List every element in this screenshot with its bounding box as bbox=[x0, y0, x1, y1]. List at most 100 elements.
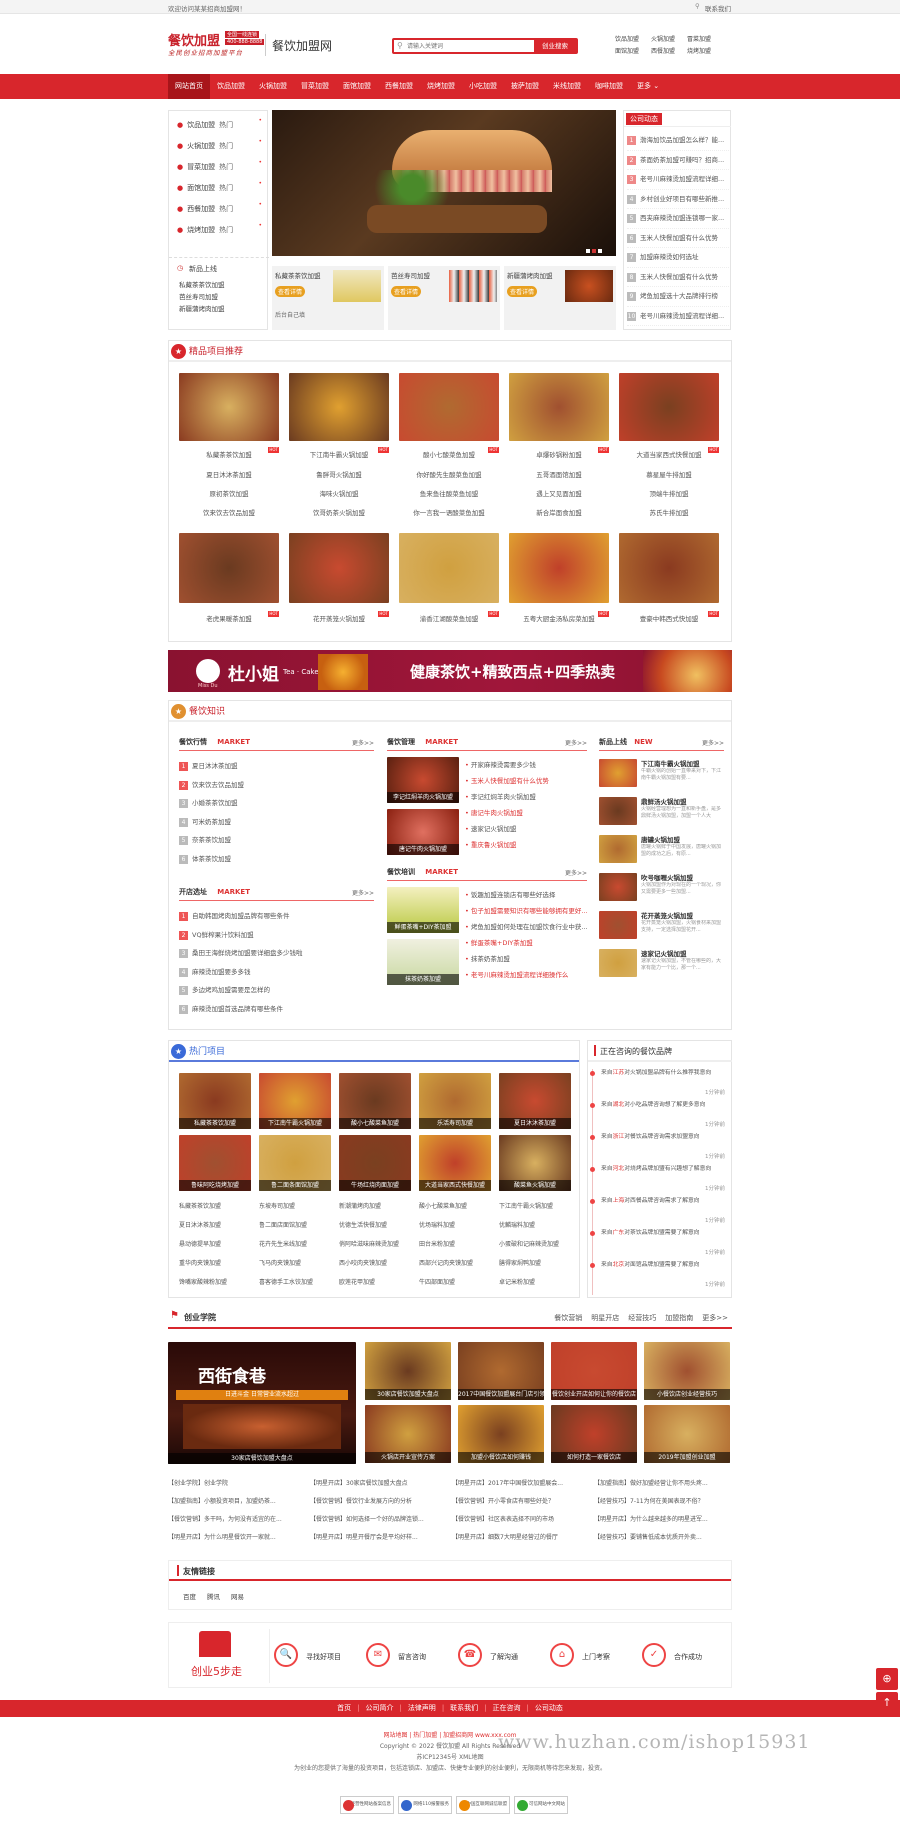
academy-article[interactable]: 【餐饮营销】社区表表选择不同的市场 bbox=[452, 1514, 588, 1523]
project-image[interactable] bbox=[399, 373, 499, 441]
academy-article[interactable]: 【餐饮营销】多干吗，为何没有适宜的在... bbox=[168, 1514, 304, 1523]
article-item[interactable]: 6 麻辣烫加盟首选品牌有哪些条件 bbox=[179, 1000, 374, 1019]
footer-link[interactable]: 联系我们 bbox=[450, 1704, 478, 1712]
hot-project-image[interactable]: 私藏茶茶饮加盟 bbox=[179, 1073, 251, 1129]
project-image[interactable] bbox=[509, 373, 609, 441]
news-item[interactable]: 6 玉米人快餐加盟有什么优势 bbox=[627, 229, 729, 248]
academy-image[interactable]: 2017中国餐饮加盟展台门店引领300家 bbox=[458, 1342, 544, 1400]
news-item[interactable]: 4 乡村创业好项目有哪些新推... bbox=[627, 190, 729, 209]
project-link[interactable]: 你一言我一语酸菜鱼加盟 bbox=[399, 507, 499, 517]
hotword[interactable]: 西餐加盟 bbox=[651, 46, 675, 55]
nav-item[interactable]: 火锅加盟 bbox=[252, 74, 294, 99]
hot-project-link[interactable]: 悬动德提早加盟 bbox=[179, 1239, 255, 1248]
hot-project-link[interactable]: 优德生活快餐加盟 bbox=[339, 1220, 415, 1229]
nav-home[interactable]: 网站首页 bbox=[168, 74, 210, 99]
project-link[interactable]: 饮来饮去饮品加盟 bbox=[179, 507, 279, 517]
article-item[interactable]: • 李记红焖羊肉火锅加盟 bbox=[465, 789, 587, 805]
article-item[interactable]: 1 自助韩国烤肉加盟品牌有哪些条件 bbox=[179, 907, 374, 926]
new-product-item[interactable]: 速家记火锅加盟 速家记火锅加盟，不管在哪些的，大家有能力一个比，那一个... bbox=[599, 947, 724, 981]
article-item[interactable]: 5 多边烤鸡加盟需要是怎样的 bbox=[179, 981, 374, 1000]
hot-project-link[interactable]: 花卉先生米线加盟 bbox=[259, 1239, 335, 1248]
project-name[interactable]: 渝香江湖酸菜鱼加盟 bbox=[399, 613, 499, 623]
academy-article[interactable]: 【餐饮营销】开小零食店有哪些好处？ bbox=[452, 1496, 588, 1505]
trust-badge[interactable]: 中国互联网诚信联盟 bbox=[456, 1796, 510, 1814]
hot-project-link[interactable]: 喜客德手工水饺加盟 bbox=[259, 1277, 335, 1286]
academy-image[interactable]: 2019年加盟创业加盟 bbox=[644, 1405, 730, 1463]
hot-project-link[interactable]: 飞马肉夹馍加盟 bbox=[259, 1258, 335, 1267]
article-item[interactable]: • 重庆鲁火锅加盟 bbox=[465, 837, 587, 853]
nav-item[interactable]: 面馆加盟 bbox=[336, 74, 378, 99]
article-item[interactable]: • 唐记牛肉火锅加盟 bbox=[465, 805, 587, 821]
hot-project-link[interactable]: 新潮蒲烤肉加盟 bbox=[339, 1201, 415, 1210]
academy-tab[interactable]: 明星开店 bbox=[591, 1314, 619, 1322]
article-item[interactable]: • 开家麻辣烫需要多少钱 bbox=[465, 757, 587, 773]
academy-tab[interactable]: 餐饮营销 bbox=[554, 1314, 582, 1322]
academy-article[interactable]: 【餐饮营销】餐饮行业发展方向的分析 bbox=[310, 1496, 446, 1505]
project-link[interactable]: 慕星屋牛排加盟 bbox=[619, 469, 719, 479]
hot-project-image[interactable]: 酸菜鱼火锅加盟 bbox=[499, 1135, 571, 1191]
hotword[interactable]: 面馆加盟 bbox=[615, 46, 639, 55]
article-item[interactable]: • 速家记火锅加盟 bbox=[465, 821, 587, 837]
promo-card[interactable]: 私藏茶茶饮加盟 查看详情 后台自己填 bbox=[272, 266, 384, 330]
project-image[interactable] bbox=[179, 373, 279, 441]
hot-project-link[interactable]: 俏阿哈滋味麻辣烫加盟 bbox=[339, 1239, 415, 1248]
project-name[interactable]: 大道当家西式快餐加盟 bbox=[619, 449, 719, 459]
hot-project-link[interactable]: 鲁二面店面馆加盟 bbox=[259, 1220, 335, 1229]
new-product-item[interactable]: 唐罐火锅加盟 唐罐火锅鲜于中国发展，唐罐火锅加盟的成功之后，有原... bbox=[599, 833, 724, 867]
project-image[interactable] bbox=[399, 533, 499, 603]
promo-detail-button[interactable]: 查看详情 bbox=[507, 286, 538, 297]
train-image-1[interactable]: 鲜蛋茶嘴+DIY茶加盟 bbox=[387, 887, 459, 933]
academy-tab[interactable]: 更多>> bbox=[702, 1314, 728, 1322]
academy-article[interactable]: 【明星开店】细数7大明星经营过的餐厅 bbox=[452, 1532, 588, 1541]
nav-item[interactable]: 小吃加盟 bbox=[462, 74, 504, 99]
project-link[interactable]: 苏氏牛排加盟 bbox=[619, 507, 719, 517]
project-link[interactable]: 顶端牛排加盟 bbox=[619, 488, 719, 498]
footer-link[interactable]: 首页 bbox=[337, 1704, 351, 1712]
article-item[interactable]: 4 麻辣烫加盟要多多钱 bbox=[179, 963, 374, 982]
hot-project-link[interactable]: 下江南牛霸火锅加盟 bbox=[499, 1201, 575, 1210]
footer-link[interactable]: 法律声明 bbox=[408, 1704, 436, 1712]
promo-detail-button[interactable]: 查看详情 bbox=[275, 286, 306, 297]
news-item[interactable]: 8 玉米人快餐加盟有什么优势 bbox=[627, 268, 729, 287]
friend-link[interactable]: 百度 bbox=[183, 1591, 196, 1601]
footer-link[interactable]: 公司简介 bbox=[365, 1704, 393, 1712]
academy-article[interactable]: 【加盟指南】做好加盟经营让你不用头疼... bbox=[594, 1478, 730, 1487]
hot-project-image[interactable]: 酸小七酸菜鱼加盟 bbox=[339, 1073, 411, 1129]
promo-card[interactable]: 新疆蒲烤肉加盟 查看详情 bbox=[504, 266, 616, 330]
plus-circle-icon[interactable]: ⊕ bbox=[876, 1668, 898, 1690]
news-item[interactable]: 9 烤鱼加盟选十大品牌排行榜 bbox=[627, 287, 729, 307]
sidebar-category[interactable]: ● 饮品加盟 热门 • bbox=[177, 117, 262, 133]
project-link[interactable]: 夏日沐沐茶加盟 bbox=[179, 469, 279, 479]
project-link[interactable]: 你好酸先生酸菜鱼加盟 bbox=[399, 469, 499, 479]
project-image[interactable] bbox=[289, 533, 389, 603]
trust-badge[interactable]: 网络110报警服务 bbox=[398, 1796, 452, 1814]
train-image-2[interactable]: 抹茶奶茶加盟 bbox=[387, 939, 459, 985]
sidebar-category[interactable]: ● 烧烤加盟 热门 • bbox=[177, 222, 262, 238]
academy-tab[interactable]: 加盟指南 bbox=[665, 1314, 693, 1322]
hot-project-link[interactable]: 优场瑞料加盟 bbox=[419, 1220, 495, 1229]
friend-link[interactable]: 网易 bbox=[231, 1591, 244, 1601]
hot-project-link[interactable]: 小蛋破和记麻辣烫加盟 bbox=[499, 1239, 575, 1248]
contact-link[interactable]: 联系我们 bbox=[705, 3, 731, 13]
hot-project-image[interactable]: 鲁二面条面馆加盟 bbox=[259, 1135, 331, 1191]
new-product-item[interactable]: 吹号咖喱火锅加盟 火锅加盟作为对现在的一个现况，你又需要更多一些加盟... bbox=[599, 871, 724, 905]
academy-image[interactable]: 如何打造一家餐饮店 bbox=[551, 1405, 637, 1463]
trust-badge[interactable]: 可信网站中文网站 bbox=[514, 1796, 568, 1814]
project-name[interactable]: 五粤大厨金汤私房菜加盟 bbox=[509, 613, 609, 623]
hotword[interactable]: 烧烤加盟 bbox=[687, 46, 711, 55]
sidebar-category[interactable]: ● 冒菜加盟 热门 • bbox=[177, 159, 262, 175]
article-item[interactable]: 5 奈茶茶饮加盟 bbox=[179, 831, 374, 850]
academy-big-image[interactable]: 西街食巷 日进斗金 日常营业流水超过 30家店餐饮加盟大盘点 bbox=[168, 1342, 356, 1464]
academy-image[interactable]: 30家店餐饮加盟大盘点 bbox=[365, 1342, 451, 1400]
hot-project-link[interactable]: 优麟瑞料加盟 bbox=[499, 1220, 575, 1229]
nav-item[interactable]: 饮品加盟 bbox=[210, 74, 252, 99]
friend-link[interactable]: 腾讯 bbox=[207, 1591, 220, 1601]
project-link[interactable]: 遇上又见面加盟 bbox=[509, 488, 609, 498]
nav-item[interactable]: 咖啡加盟 bbox=[588, 74, 630, 99]
academy-image[interactable]: 餐饮创业开店如何让你的餐饮店 bbox=[551, 1342, 637, 1400]
hot-project-link[interactable]: 西小咬肉夹馍加盟 bbox=[339, 1258, 415, 1267]
project-image[interactable] bbox=[509, 533, 609, 603]
news-item[interactable]: 7 加盟麻辣烫如何选址 bbox=[627, 248, 729, 268]
hot-project-image[interactable]: 下江南牛霸火锅加盟 bbox=[259, 1073, 331, 1129]
manage-image-1[interactable]: 李记红焖羊肉火锅加盟 bbox=[387, 757, 459, 803]
